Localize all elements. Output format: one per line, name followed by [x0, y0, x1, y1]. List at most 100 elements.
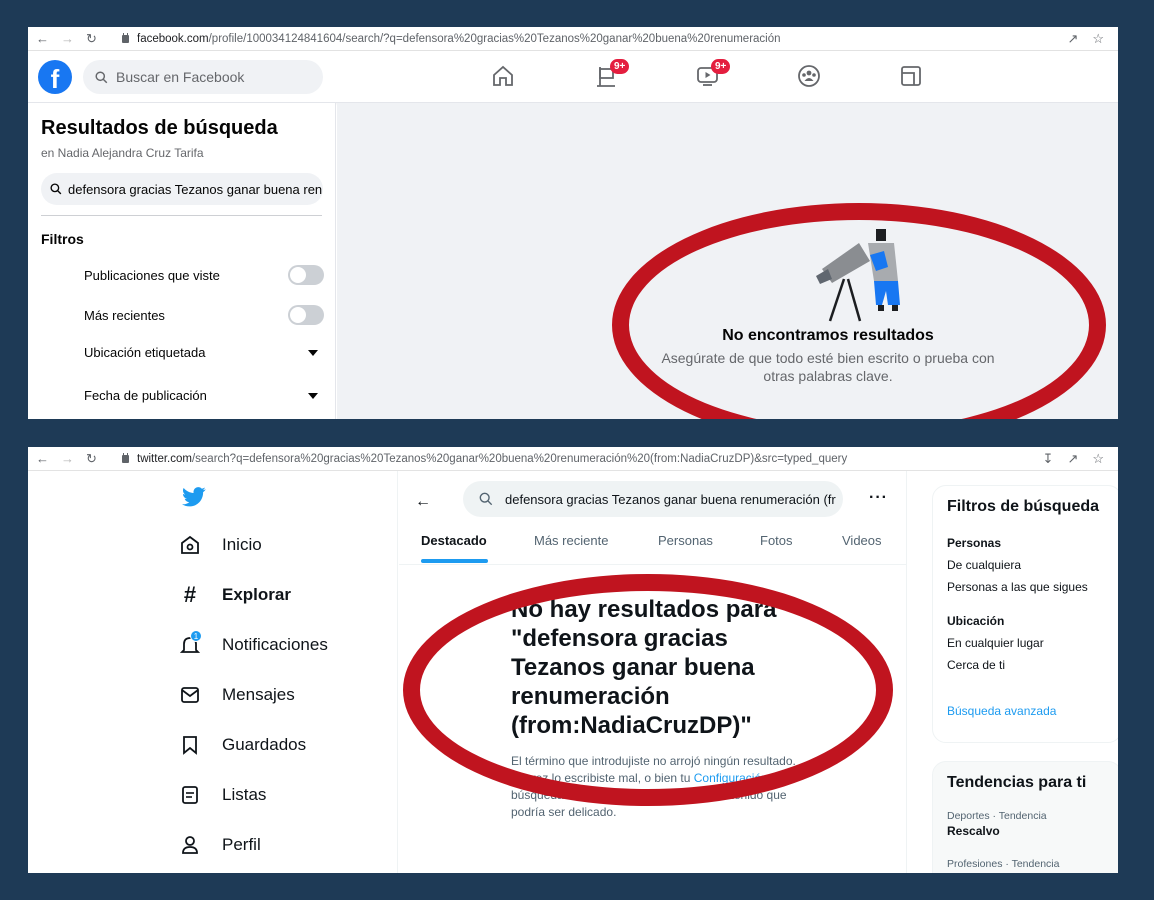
url-domain: twitter.com — [137, 452, 192, 465]
twitter-sidebar: Inicio # Explorar 1 Notificaciones Mensa… — [28, 471, 398, 873]
nav-item-lists[interactable]: Listas — [178, 783, 266, 807]
twitter-logo-icon[interactable] — [182, 487, 206, 507]
profile-search-value: defensora gracias Tezanos ganar buena re… — [68, 181, 323, 197]
search-icon — [479, 492, 493, 506]
filter-anyone[interactable]: De cualquiera — [933, 558, 1118, 572]
search-filters-title: Filtros de búsqueda — [947, 498, 1100, 515]
people-filter-heading: Personas — [947, 536, 1002, 550]
empty-state-title: No encontramos resultados — [722, 327, 934, 344]
pages-badge: 9+ — [610, 59, 630, 74]
tab-latest[interactable]: Más reciente — [534, 533, 608, 548]
forward-icon[interactable]: → — [61, 31, 74, 47]
back-arrow-icon[interactable]: ← — [415, 493, 431, 511]
trend-name[interactable]: Rescalvo — [933, 824, 1118, 838]
location-filter-heading: Ubicación — [947, 614, 1005, 628]
twitter-search-input[interactable]: defensora gracias Tezanos ganar buena re… — [463, 481, 843, 517]
nav-item-messages[interactable]: Mensajes — [178, 683, 295, 707]
filter-label: Más recientes — [84, 307, 165, 323]
install-icon[interactable]: ↧ — [1043, 451, 1054, 467]
gaming-icon[interactable] — [898, 63, 926, 91]
url-path: /profile/100034124841604/search/?q=defen… — [208, 32, 781, 45]
seen-posts-toggle[interactable] — [288, 265, 324, 285]
bell-icon: 1 — [178, 630, 202, 657]
flag-icon[interactable]: 9+ — [594, 59, 630, 91]
facebook-search-box[interactable]: Buscar en Facebook — [83, 60, 323, 94]
filter-people-you-follow[interactable]: Personas a las que sigues — [933, 580, 1118, 594]
nav-label: Mensajes — [222, 685, 295, 704]
reload-icon[interactable]: ↻ — [86, 31, 97, 47]
filter-anywhere[interactable]: En cualquier lugar — [933, 636, 1118, 650]
watch-icon[interactable]: 9+ — [695, 59, 731, 91]
browser-toolbar: ← → ↻ twitter.com/search?q=defensora%20g… — [28, 447, 1118, 471]
address-bar[interactable]: twitter.com/search?q=defensora%20gracias… — [122, 452, 1043, 465]
star-icon[interactable]: ☆ — [1092, 451, 1104, 467]
home-icon[interactable] — [490, 63, 518, 91]
chevron-down-icon[interactable] — [308, 392, 318, 399]
nav-item-explore[interactable]: # Explorar — [178, 582, 291, 607]
filter-most-recent[interactable]: Más recientes — [84, 305, 324, 325]
filter-label: Fecha de publicación — [84, 388, 207, 403]
trends-title: Tendencias para ti — [947, 774, 1087, 791]
more-options-icon[interactable]: ··· — [869, 489, 888, 507]
facebook-search-sidebar: Resultados de búsqueda en Nadia Alejandr… — [28, 103, 336, 419]
tab-people[interactable]: Personas — [658, 533, 713, 548]
sidebar-subtitle: en Nadia Alejandra Cruz Tarifa — [41, 146, 204, 160]
share-icon[interactable]: ↗ — [1067, 31, 1078, 47]
active-tab-indicator — [421, 559, 488, 563]
home-icon — [178, 533, 202, 557]
search-filters-card: Filtros de búsqueda Personas De cualquie… — [932, 485, 1118, 743]
search-icon — [95, 70, 108, 83]
nav-item-home[interactable]: Inicio — [178, 533, 262, 557]
star-icon[interactable]: ☆ — [1092, 31, 1104, 47]
hashtag-icon: # — [183, 582, 197, 607]
filter-date-posted[interactable]: Fecha de publicación — [84, 388, 324, 403]
search-value: defensora gracias Tezanos ganar buena re… — [505, 491, 836, 507]
nav-item-notifications[interactable]: 1 Notificaciones — [178, 630, 328, 657]
twitter-screenshot: ← → ↻ twitter.com/search?q=defensora%20g… — [28, 447, 1118, 873]
reload-icon[interactable]: ↻ — [86, 451, 97, 467]
bookmark-icon — [178, 733, 202, 757]
profile-search-input[interactable]: defensora gracias Tezanos ganar buena re… — [41, 173, 323, 205]
nav-item-bookmarks[interactable]: Guardados — [178, 733, 306, 757]
twitter-right-column: Filtros de búsqueda Personas De cualquie… — [908, 471, 1118, 873]
browser-toolbar: ← → ↻ facebook.com/profile/1000341248416… — [28, 27, 1118, 51]
forward-icon[interactable]: → — [61, 451, 74, 467]
profile-icon — [178, 833, 202, 857]
settings-link[interactable]: Configuración — [694, 771, 768, 785]
watch-badge: 9+ — [711, 59, 731, 74]
filter-tagged-location[interactable]: Ubicación etiquetada — [84, 345, 324, 360]
divider — [41, 215, 322, 216]
share-icon[interactable]: ↗ — [1067, 451, 1078, 467]
groups-icon[interactable] — [796, 63, 824, 91]
no-results-heading: No hay resultados para "defensora gracia… — [511, 596, 777, 739]
nav-label: Perfil — [222, 835, 261, 854]
sidebar-title: Resultados de búsqueda — [41, 117, 278, 139]
nav-label: Guardados — [222, 735, 307, 754]
tab-videos[interactable]: Videos — [842, 533, 882, 548]
filter-near-you[interactable]: Cerca de ti — [933, 658, 1118, 672]
advanced-search-link[interactable]: Búsqueda avanzada — [933, 704, 1118, 718]
tab-photos[interactable]: Fotos — [760, 533, 793, 548]
notifications-badge: 1 — [190, 630, 202, 642]
chevron-down-icon[interactable] — [308, 349, 318, 356]
filters-heading: Filtros — [41, 231, 84, 247]
list-icon — [178, 783, 202, 807]
back-icon[interactable]: ← — [36, 31, 49, 47]
back-icon[interactable]: ← — [36, 451, 49, 467]
filter-label: Publicaciones que viste — [84, 267, 220, 283]
twitter-search-column: ← defensora gracias Tezanos ganar buena … — [399, 471, 907, 873]
nav-label: Inicio — [222, 535, 262, 554]
tab-top[interactable]: Destacado — [421, 533, 487, 548]
facebook-logo-icon[interactable]: f — [38, 60, 72, 94]
nav-item-profile[interactable]: Perfil — [178, 833, 261, 857]
telescope-illustration-icon — [816, 229, 900, 322]
filter-seen-posts[interactable]: Publicaciones que viste — [84, 265, 324, 285]
search-icon — [50, 183, 62, 195]
url-path: /search?q=defensora%20gracias%20Tezanos%… — [191, 452, 848, 465]
most-recent-toggle[interactable] — [288, 305, 324, 325]
nav-label: Listas — [222, 785, 267, 804]
no-results-description: El término que introdujiste no arrojó ni… — [511, 753, 797, 821]
facebook-header: f Buscar en Facebook 9+ 9+ — [28, 51, 1118, 103]
trend-meta: Profesiones · Tendencia — [947, 858, 1060, 870]
address-bar[interactable]: facebook.com/profile/100034124841604/sea… — [122, 32, 1067, 45]
